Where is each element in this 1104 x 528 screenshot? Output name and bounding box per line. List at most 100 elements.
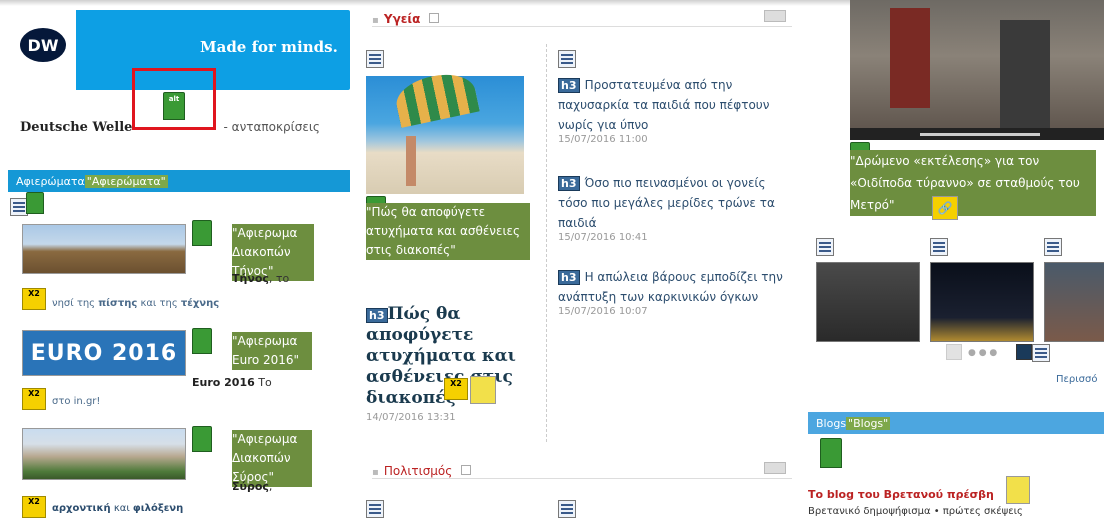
desc-bold-2: τέχνης [180, 298, 220, 309]
blog-desc: Βρετανικό δημοψήφισμα • πρώτες σκέψεις [808, 506, 1023, 517]
section-title-health[interactable]: Υγεία [384, 12, 420, 26]
window-controls-icon[interactable] [764, 10, 786, 22]
bullet-icon: ▪ [372, 467, 379, 478]
x2-badge: X2 [22, 388, 46, 410]
thumb-tinos[interactable] [22, 224, 186, 274]
video-progress-bar[interactable] [850, 128, 1104, 140]
desc-bold-1: πίστης [98, 298, 138, 309]
item-desc-syros: αρχοντική και φιλόξενη [52, 503, 183, 514]
section-label: Αφιερώματα [16, 174, 85, 188]
image-alt-icon [470, 376, 496, 404]
desc-bold-2: φιλόξενη [132, 503, 184, 514]
item-title-rest: Το [254, 376, 272, 389]
more-link[interactable]: Περισσό [1056, 374, 1097, 385]
alt-text-syros: "Αφιερωμα Διακοπών Σύρος" [232, 430, 312, 487]
alt-text-icon [26, 192, 44, 214]
blogs-label-alt: "Blogs" [846, 416, 891, 430]
news-item: h3 Η απώλεια βάρους εμποδίζει την ανάπτυ… [558, 266, 784, 317]
list-icon [558, 50, 576, 68]
person-shape [406, 136, 416, 186]
thumb-gallery-3[interactable] [1044, 262, 1104, 342]
section-label-alt: "Αφιερώματα" [84, 174, 168, 188]
image-alt-icon [1006, 476, 1030, 504]
list-icon [366, 50, 384, 68]
item-desc-tinos: νησί της πίστης και της τέχνης [52, 298, 219, 309]
pager-prev-button[interactable] [946, 344, 962, 360]
alt-text-icon: alt [163, 92, 185, 120]
dw-subtitle: - ανταποκρίσεις [223, 120, 320, 134]
video-player[interactable] [850, 0, 1104, 140]
progress-track[interactable] [920, 133, 1040, 136]
feature-date: 14/07/2016 13:31 [366, 412, 456, 423]
left-column: DW Made for minds. alt Deutsche Welle - … [0, 0, 352, 528]
expand-icon[interactable] [429, 13, 440, 23]
alt-text-icon [192, 426, 212, 452]
news-date: 15/07/2016 10:41 [558, 232, 648, 243]
dw-logo[interactable]: DW [20, 28, 66, 62]
item-title-rest: , το [268, 272, 290, 285]
video-alt-text: "Δρώμενο «εκτέλεσης» για τον «Οιδίποδα τ… [850, 150, 1096, 216]
thumb-euro2016[interactable]: EURO 2016 [22, 330, 186, 376]
list-icon [816, 238, 834, 256]
h3-badge: h3 [558, 270, 580, 285]
section-bar-afieromata: Αφιερώματα "Αφιερώματα" [8, 170, 350, 192]
h3-badge: h3 [366, 308, 388, 323]
x2-badge: X2 [22, 496, 46, 518]
figure-shape [890, 8, 930, 108]
news-title[interactable]: Η απώλεια βάρους εμποδίζει την ανάπτυξη … [558, 270, 783, 304]
item-title-syros[interactable]: Σύρος [232, 480, 269, 493]
pager-dots: ● ● ● [968, 348, 998, 358]
item-title-line-tinos: Τήνος, το [232, 272, 289, 285]
news-title[interactable]: Όσο πιο πεινασμένοι οι γονείς τόσο πιο μ… [558, 176, 775, 230]
list-icon [558, 500, 576, 518]
list-layout-icon [10, 192, 48, 220]
blog-title-link[interactable]: Το blog του Βρετανού πρέσβη [808, 488, 994, 501]
middle-column: ▪ Υγεία "Πώς θα αποφύγετε ατυχήματα και … [352, 0, 800, 528]
thumb-caption: EURO 2016 [30, 340, 178, 366]
list-icon [1032, 344, 1050, 362]
link-icon: 🔗 [932, 196, 958, 220]
section-title-culture[interactable]: Πολιτισμός [384, 464, 452, 478]
figure-shape [1000, 20, 1050, 130]
item-title-euro[interactable]: Euro 2016 [192, 376, 255, 389]
thumb-gallery-2[interactable] [930, 262, 1034, 342]
news-item: h3 Όσο πιο πεινασμένοι οι γονείς τόσο πι… [558, 172, 784, 243]
news-date: 15/07/2016 11:00 [558, 134, 648, 145]
list-icon [930, 238, 948, 256]
section-bar-blogs: Blogs "Blogs" [808, 412, 1104, 434]
news-title[interactable]: Προστατευμένα από την παχυσαρκία τα παιδ… [558, 78, 769, 132]
thumb-gallery-1[interactable] [816, 262, 920, 342]
dw-title-line: Deutsche Welle - ανταποκρίσεις [20, 120, 320, 135]
thumb-syros[interactable] [22, 428, 186, 480]
desc-bold-1: αρχοντική [52, 503, 111, 514]
bullet-icon: ▪ [372, 15, 379, 26]
section-header-health: ▪ Υγεία [372, 8, 792, 27]
alt-text-euro: "Αφιερωμα Euro 2016" [232, 332, 312, 370]
item-title-tinos[interactable]: Τήνος [232, 272, 269, 285]
umbrella-shape [392, 68, 480, 128]
h3-badge: h3 [558, 78, 580, 93]
feature-image[interactable] [366, 68, 524, 194]
list-icon [1044, 238, 1062, 256]
news-date: 15/07/2016 10:07 [558, 306, 648, 317]
item-desc-euro: στο in.gr! [52, 396, 101, 407]
item-title-line-euro: Euro 2016 Το [192, 376, 272, 389]
x2-badge: X2 [22, 288, 46, 310]
desc-mid: και [110, 503, 133, 514]
expand-icon[interactable] [461, 465, 472, 475]
desc-mid: και της [137, 298, 181, 309]
item-title-line-syros: Σύρος, [232, 480, 272, 493]
section-header-culture: ▪ Πολιτισμός [372, 460, 792, 479]
pager-next-button[interactable] [1016, 344, 1032, 360]
news-item: h3 Προστατευμένα από την παχυσαρκία τα π… [558, 74, 784, 145]
item-title-rest: , [268, 480, 273, 493]
dw-tagline: Made for minds. [200, 38, 338, 56]
feature-alt-text: "Πώς θα αποφύγετε ατυχήματα και ασθένειε… [366, 203, 530, 260]
list-icon [366, 500, 384, 518]
h3-badge: h3 [558, 176, 580, 191]
dw-title[interactable]: Deutsche Welle [20, 120, 132, 135]
column-divider [546, 44, 547, 442]
window-controls-icon[interactable] [764, 462, 786, 474]
right-column: "Δρώμενο «εκτέλεσης» για τον «Οιδίποδα τ… [800, 0, 1104, 528]
alt-text-icon [192, 328, 212, 354]
